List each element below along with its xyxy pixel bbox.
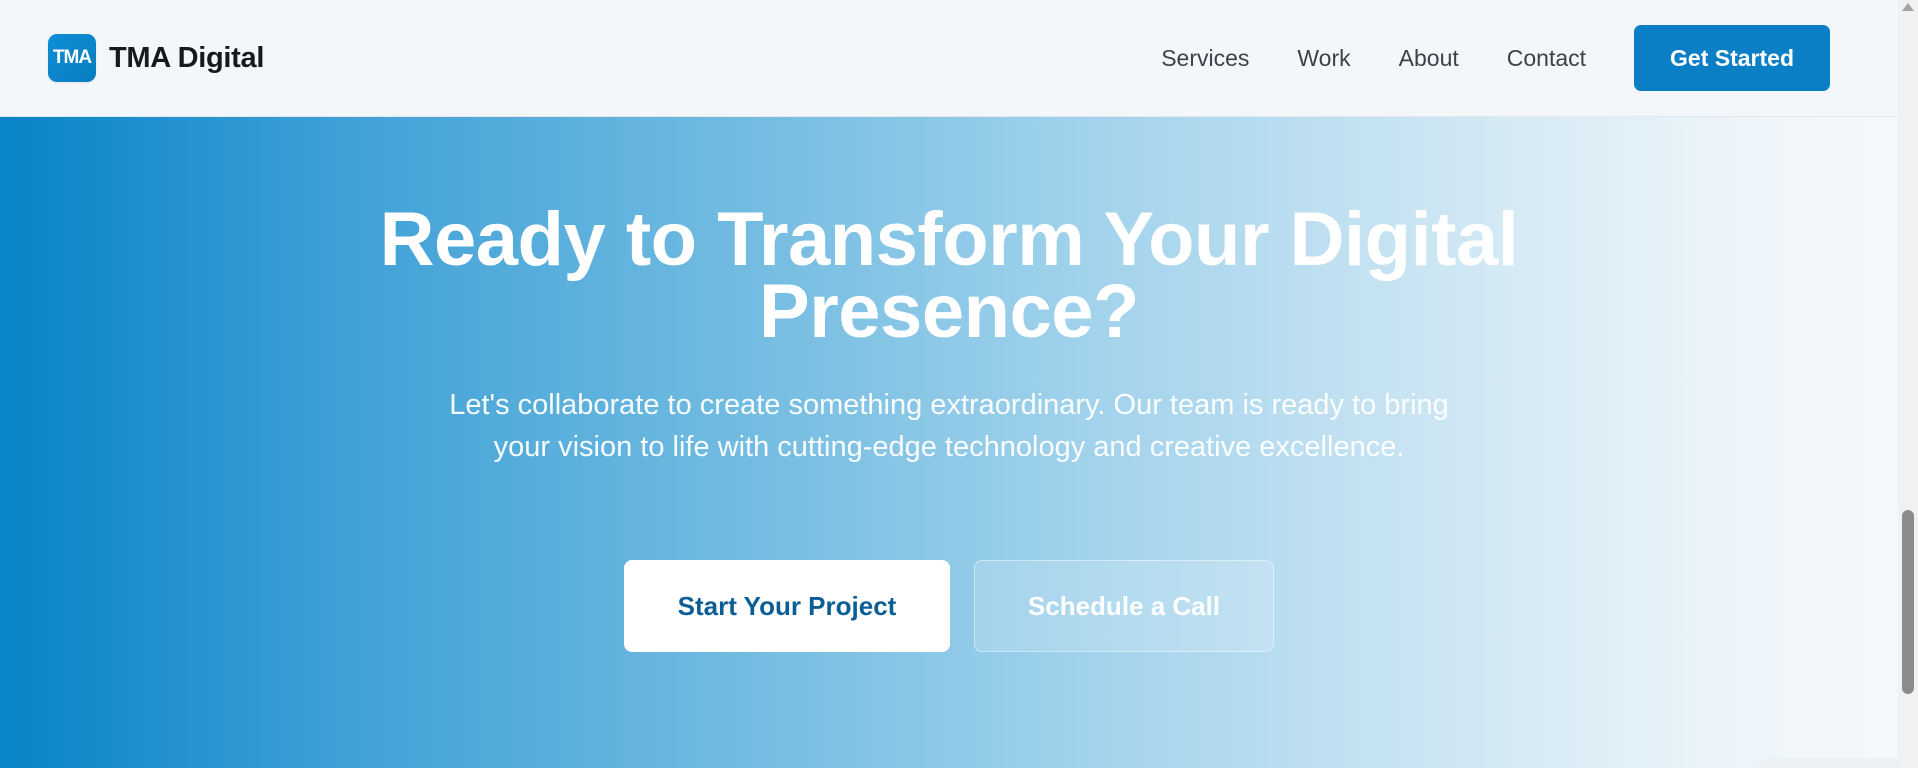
cta-hero-section: Ready to Transform Your Digital Presence…: [0, 117, 1898, 768]
site-header: TMA TMA Digital Services Work About Cont…: [0, 0, 1898, 117]
hero-subtitle: Let's collaborate to create something ex…: [449, 389, 1449, 463]
main-nav: Services Work About Contact Get Started: [1161, 25, 1830, 91]
nav-link-services[interactable]: Services: [1161, 45, 1249, 72]
schedule-a-call-button[interactable]: Schedule a Call: [974, 560, 1274, 652]
hero-title-line-1: Ready to Transform Your Digital: [379, 197, 1519, 282]
page: TMA TMA Digital Services Work About Cont…: [0, 0, 1918, 768]
start-your-project-button[interactable]: Start Your Project: [624, 560, 950, 652]
nav-link-work[interactable]: Work: [1297, 45, 1350, 72]
logo-text: TMA: [52, 47, 92, 68]
hero-title: Ready to Transform Your Digital Presence…: [0, 197, 1898, 354]
scrollbar-thumb[interactable]: [1902, 510, 1914, 694]
nav-link-about[interactable]: About: [1399, 45, 1459, 72]
logo-badge: TMA: [48, 34, 96, 82]
hero-title-line-2: Presence?: [759, 269, 1139, 354]
vertical-scrollbar[interactable]: [1898, 0, 1918, 768]
nav-link-contact[interactable]: Contact: [1507, 45, 1586, 72]
brand-link[interactable]: TMA TMA Digital: [48, 34, 264, 82]
hero-actions: Start Your Project Schedule a Call: [624, 560, 1274, 652]
get-started-button[interactable]: Get Started: [1634, 25, 1830, 91]
scroll-up-arrow-icon[interactable]: [1902, 3, 1914, 11]
brand-name: TMA Digital: [109, 41, 265, 74]
overlay-corner: [1758, 758, 1898, 768]
